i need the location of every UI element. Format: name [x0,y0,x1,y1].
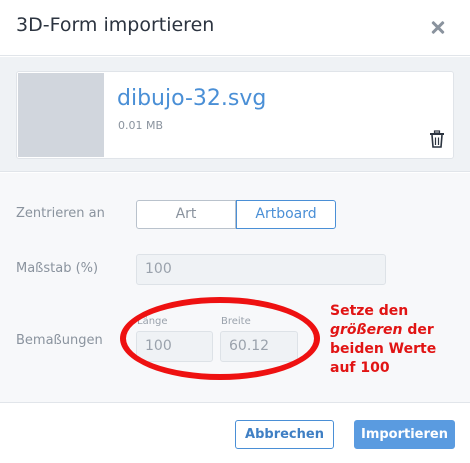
dialog-title: 3D-Form importieren [16,14,215,36]
scale-label: Maßstab (%) [16,261,99,276]
annotation-line-1: Setze den [330,303,409,319]
scale-input[interactable]: 100 [136,254,386,285]
dialog-footer: Abbrechen Importieren [0,402,470,463]
center-artboard-button[interactable]: Artboard [236,200,336,229]
file-card: dibujo-32.svg 0.01 MB [16,71,454,159]
center-art-button[interactable]: Art [136,200,236,229]
import-3d-dialog: 3D-Form importieren dibujo-32.svg 0.01 M… [0,0,470,463]
annotation-line-3: beiden Werte [330,341,437,357]
annotation-oval [120,297,320,380]
annotation-line-2-rest: der [402,322,434,338]
annotation-emphasis: größeren [330,322,403,338]
file-thumbnail [18,73,104,157]
cancel-button[interactable]: Abbrechen [235,420,334,449]
file-name: dibujo-32.svg [117,86,267,111]
trash-icon[interactable] [429,130,445,148]
dimensions-label: Bemaßungen [16,333,103,348]
close-icon[interactable] [429,17,449,37]
center-label: Zentrieren an [16,206,105,221]
annotation-line-2: größeren der [330,321,466,340]
annotation-line-4: auf 100 [330,360,390,376]
upload-area: dibujo-32.svg 0.01 MB [0,57,470,172]
file-size: 0.01 MB [118,119,164,132]
import-button[interactable]: Importieren [354,420,455,449]
annotation-note: Setze den größeren der beiden Werte auf … [330,302,466,378]
dialog-header: 3D-Form importieren [0,0,470,56]
